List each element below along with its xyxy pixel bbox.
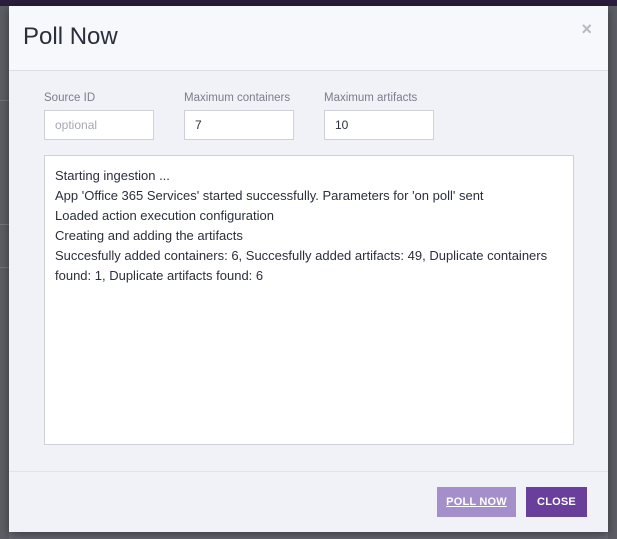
dialog-footer <box>9 471 608 532</box>
log-line: Loaded action execution configuration <box>55 208 274 223</box>
max-containers-label: Maximum containers <box>184 92 291 104</box>
log-line: App 'Office 365 Services' started succes… <box>55 188 484 203</box>
poll-now-dialog: Poll Now × Source ID Maximum containers … <box>9 6 608 532</box>
backdrop-divider <box>0 100 9 101</box>
backdrop-divider <box>0 267 9 268</box>
poll-now-button[interactable]: POLL NOW <box>437 487 516 517</box>
log-line: Starting ingestion ... <box>55 168 170 183</box>
backdrop-divider <box>0 224 9 225</box>
dialog-title: Poll Now <box>23 23 118 50</box>
ingestion-log[interactable]: Starting ingestion ... App 'Office 365 S… <box>44 155 574 445</box>
dialog-header: Poll Now × <box>9 6 608 71</box>
log-line: Succesfully added containers: 6, Succesf… <box>55 248 548 283</box>
source-id-label: Source ID <box>44 92 96 104</box>
max-artifacts-label: Maximum artifacts <box>324 92 418 104</box>
backdrop-right <box>608 6 617 539</box>
source-id-input[interactable] <box>44 110 154 140</box>
backdrop-left <box>0 6 9 539</box>
max-artifacts-input[interactable] <box>324 110 434 140</box>
max-containers-input[interactable] <box>184 110 294 140</box>
close-icon[interactable]: × <box>581 20 592 38</box>
close-button[interactable]: CLOSE <box>526 487 587 517</box>
log-line: Creating and adding the artifacts <box>55 228 243 243</box>
